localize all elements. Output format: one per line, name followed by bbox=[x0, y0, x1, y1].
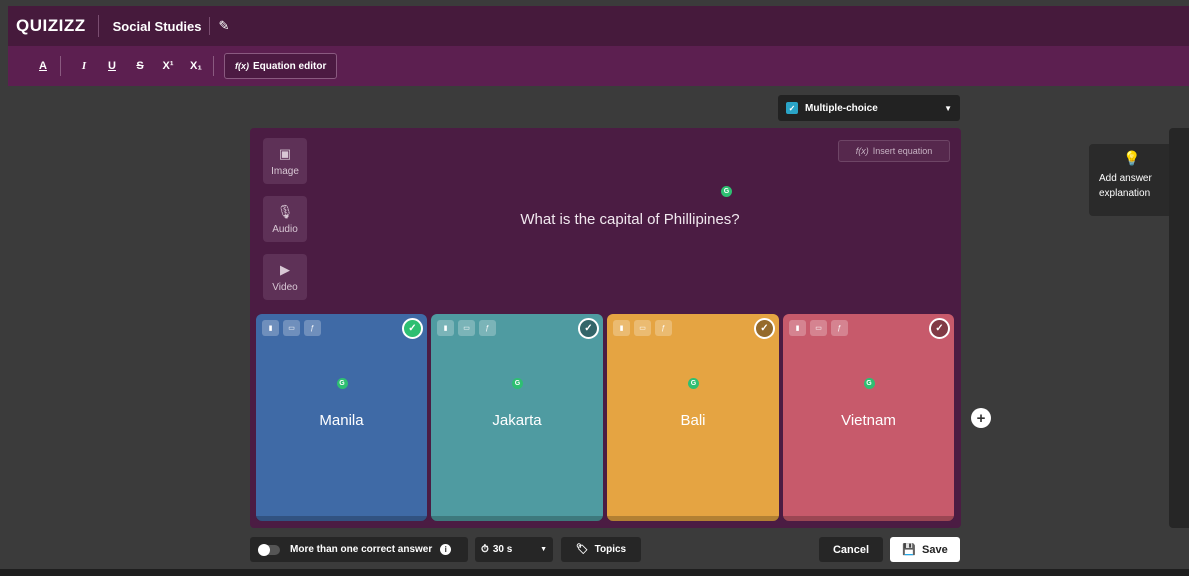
underline-button[interactable]: U bbox=[101, 55, 123, 77]
insert-equation-button[interactable]: f(x) Insert equation bbox=[838, 140, 950, 162]
title-divider bbox=[209, 17, 211, 35]
image-icon[interactable]: ▭ bbox=[283, 320, 300, 336]
image-icon: ▣ bbox=[278, 145, 292, 161]
question-type-select[interactable]: ✓ Multiple-choice ▼ bbox=[778, 95, 960, 121]
superscript-button[interactable]: X¹ bbox=[157, 55, 179, 77]
function-icon[interactable]: ƒ bbox=[304, 320, 321, 336]
add-video-button[interactable]: ▶ Video bbox=[263, 254, 307, 300]
multiple-correct-toggle[interactable] bbox=[258, 543, 280, 556]
function-icon[interactable]: ƒ bbox=[479, 320, 496, 336]
tag-icon: 🏷 bbox=[575, 544, 589, 555]
correct-answer-check-icon[interactable]: ✓ bbox=[402, 318, 423, 339]
save-button[interactable]: 💾 Save bbox=[890, 537, 960, 562]
function-icon: f(x) bbox=[855, 146, 869, 156]
quizizz-logo[interactable]: QUIZIZZ bbox=[16, 16, 86, 36]
video-icon: ▶ bbox=[280, 261, 290, 277]
function-icon: f(x) bbox=[235, 61, 249, 71]
answer-text[interactable]: Manila bbox=[256, 412, 427, 429]
topics-button[interactable]: 🏷 Topics bbox=[561, 537, 641, 562]
question-type-label: Multiple-choice bbox=[805, 102, 878, 114]
card-shadow bbox=[783, 516, 954, 521]
delete-icon[interactable]: ▮ bbox=[789, 320, 806, 336]
grammarly-icon[interactable]: G bbox=[688, 378, 699, 389]
mark-correct-check-icon[interactable]: ✓ bbox=[754, 318, 775, 339]
add-image-button[interactable]: ▣ Image bbox=[263, 138, 307, 184]
insert-equation-label: Insert equation bbox=[872, 146, 933, 156]
image-icon[interactable]: ▭ bbox=[634, 320, 651, 336]
grammarly-icon[interactable]: G bbox=[863, 378, 875, 389]
video-label: Video bbox=[272, 281, 298, 293]
answer-text[interactable]: Bali bbox=[607, 412, 779, 429]
formatting-toolbar: A I U S X¹ X₁ f(x) Equation editor bbox=[8, 46, 1189, 86]
card-shadow bbox=[431, 516, 603, 521]
add-explanation-button[interactable]: 💡 Add answer explanation bbox=[1089, 144, 1169, 216]
delete-icon[interactable]: ▮ bbox=[613, 320, 630, 336]
answer-text[interactable]: Jakarta bbox=[431, 412, 603, 429]
info-icon[interactable]: i bbox=[440, 544, 452, 555]
side-panel bbox=[1169, 128, 1189, 528]
image-icon[interactable]: ▭ bbox=[810, 320, 827, 336]
grammarly-icon[interactable]: G bbox=[512, 378, 523, 389]
audio-label: Audio bbox=[272, 223, 298, 235]
mark-correct-check-icon[interactable]: ✓ bbox=[578, 318, 599, 339]
microphone-icon: 🎙 bbox=[276, 203, 294, 219]
mark-correct-check-icon[interactable]: ✓ bbox=[929, 318, 950, 339]
multiple-correct-toggle-bar: More than one correct answer i bbox=[250, 537, 468, 562]
card-shadow bbox=[256, 516, 427, 521]
image-label: Image bbox=[271, 165, 299, 177]
answer-option-3[interactable]: ▮ ▭ ƒ ✓ G Bali bbox=[607, 314, 779, 521]
equation-editor-button[interactable]: f(x) Equation editor bbox=[224, 53, 338, 79]
topics-label: Topics bbox=[594, 544, 627, 555]
italic-button[interactable]: I bbox=[73, 55, 95, 77]
quiz-title[interactable]: Social Studies bbox=[113, 19, 202, 34]
add-option-button[interactable]: + bbox=[971, 408, 991, 428]
text-color-button[interactable]: A bbox=[32, 55, 54, 77]
equation-editor-label: Equation editor bbox=[253, 60, 327, 72]
pencil-icon[interactable]: ✎ bbox=[218, 18, 229, 34]
strikethrough-button[interactable]: S bbox=[129, 55, 151, 77]
card-shadow bbox=[607, 516, 779, 521]
timer-value: 30 s bbox=[492, 544, 513, 555]
add-explanation-label: Add answer explanation bbox=[1099, 173, 1152, 199]
chevron-down-icon: ▼ bbox=[944, 103, 952, 113]
subscript-button[interactable]: X₁ bbox=[185, 55, 207, 77]
grammarly-icon[interactable]: G bbox=[336, 378, 348, 389]
delete-icon[interactable]: ▮ bbox=[262, 320, 279, 336]
header-divider bbox=[97, 15, 99, 37]
chevron-down-icon: ▼ bbox=[540, 546, 547, 553]
grammarly-icon[interactable]: G bbox=[721, 186, 732, 197]
save-label: Save bbox=[922, 543, 948, 556]
answer-text[interactable]: Vietnam bbox=[783, 412, 954, 429]
delete-icon[interactable]: ▮ bbox=[437, 320, 454, 336]
toolbar-divider bbox=[60, 56, 61, 76]
multiple-correct-label: More than one correct answer bbox=[290, 544, 433, 555]
function-icon[interactable]: ƒ bbox=[831, 320, 848, 336]
lightbulb-icon: 💡 bbox=[1123, 150, 1141, 166]
checkbox-icon: ✓ bbox=[786, 102, 798, 114]
add-audio-button[interactable]: 🎙 Audio bbox=[263, 196, 307, 242]
function-icon[interactable]: ƒ bbox=[655, 320, 672, 336]
question-text[interactable]: What is the capital of Phillipines? bbox=[320, 211, 940, 228]
timer-icon: ⏱ bbox=[481, 544, 489, 555]
cancel-button[interactable]: Cancel bbox=[819, 537, 883, 562]
timer-select[interactable]: ⏱ 30 s ▼ bbox=[475, 537, 553, 562]
top-header: QUIZIZZ Social Studies ✎ bbox=[8, 6, 1189, 46]
save-icon: 💾 bbox=[902, 544, 916, 556]
image-icon[interactable]: ▭ bbox=[458, 320, 475, 336]
toolbar-divider bbox=[213, 56, 214, 76]
bottom-strip bbox=[0, 569, 1189, 576]
answer-option-2[interactable]: ▮ ▭ ƒ ✓ G Jakarta bbox=[431, 314, 603, 521]
answer-option-4[interactable]: ▮ ▭ ƒ ✓ G Vietnam bbox=[783, 314, 954, 521]
answer-option-1[interactable]: ▮ ▭ ƒ ✓ G Manila bbox=[256, 314, 427, 521]
